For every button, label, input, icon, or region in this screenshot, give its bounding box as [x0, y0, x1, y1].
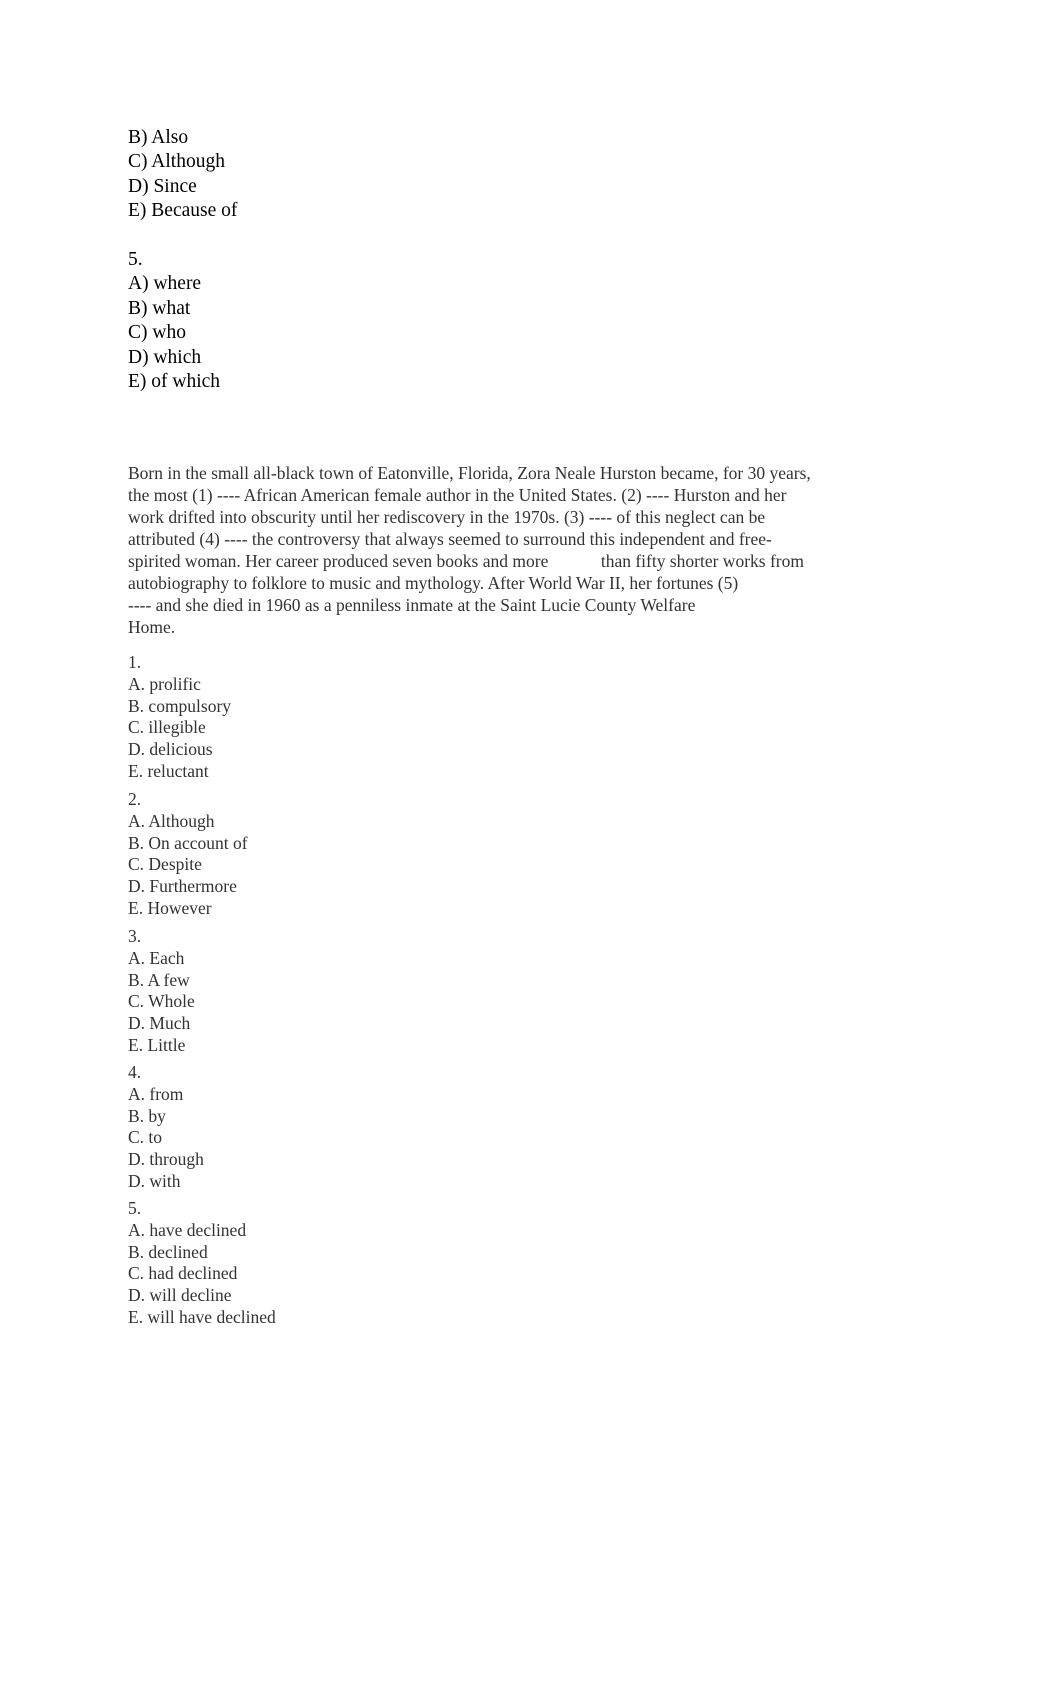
- option-a: A. Each: [128, 947, 185, 968]
- option-d: D. Much: [128, 1013, 191, 1034]
- question-4: 4. A. from B. by C. to D. through D. wit…: [128, 1062, 204, 1193]
- option-a: A. Although: [128, 810, 215, 831]
- option-b: B. compulsory: [128, 695, 232, 716]
- option-e: E. Little: [128, 1034, 186, 1055]
- option-c: C. had declined: [128, 1263, 238, 1284]
- question-3: 3. A. Each B. A few C. Whole D. Much E. …: [128, 926, 195, 1057]
- option-a: A. prolific: [128, 673, 201, 694]
- option-c: C. illegible: [128, 717, 206, 738]
- option-e: E. will have declined: [128, 1306, 276, 1327]
- option-a: A) where: [128, 273, 202, 295]
- passage-line: attributed (4) ---- the controversy that…: [128, 529, 772, 549]
- question-number: 3.: [128, 926, 142, 946]
- passage-line: Home.: [128, 617, 176, 637]
- option-d: D. through: [128, 1149, 204, 1170]
- option-b: B. A few: [128, 969, 190, 990]
- option-a: A. have declined: [128, 1219, 247, 1240]
- reading-passage: Born in the small all-black town of Eato…: [128, 462, 858, 638]
- passage-line: Born in the small all-black town of Eato…: [128, 463, 811, 483]
- option-c: C. Whole: [128, 991, 195, 1012]
- passage-line: ---- and she died in 1960 as a penniless…: [128, 595, 696, 615]
- passage-line: spirited woman. Her career produced seve…: [128, 551, 804, 571]
- option-b: B) Also: [128, 127, 189, 148]
- question-2: 2. A. Although B. On account of C. Despi…: [128, 789, 248, 920]
- question-number: 1.: [128, 652, 142, 672]
- question-5: 5. A. have declined B. declined C. had d…: [128, 1198, 276, 1329]
- option-d: D) Since: [128, 175, 197, 197]
- option-e: E. However: [128, 897, 212, 918]
- option-e: E. reluctant: [128, 760, 209, 781]
- option-c: C. to: [128, 1127, 163, 1148]
- question-number: 5.: [128, 1198, 142, 1218]
- option-e: E) Because of: [128, 200, 238, 222]
- option-c: C. Despite: [128, 854, 202, 875]
- option-b: B. by: [128, 1105, 166, 1126]
- option-e: E) of which: [128, 371, 221, 393]
- option-d: D) which: [128, 346, 202, 368]
- previous-question-options: B) Also C) Although D) Since E) Because …: [128, 126, 237, 394]
- option-d: D. Furthermore: [128, 876, 237, 897]
- option-d-second: D. with: [128, 1170, 181, 1191]
- option-c: C) who: [128, 322, 186, 344]
- question-1: 1. A. prolific B. compulsory C. illegibl…: [128, 652, 231, 783]
- passage-line: work drifted into obscurity until her re…: [128, 507, 766, 527]
- option-c: C) Although: [128, 151, 225, 173]
- passage-line: autobiography to folklore to music and m…: [128, 573, 739, 593]
- option-d: D. delicious: [128, 739, 213, 760]
- option-a: A. from: [128, 1083, 184, 1104]
- question-number: 4.: [128, 1062, 142, 1082]
- option-b: B. declined: [128, 1241, 208, 1262]
- passage-line: the most (1) ---- African American femal…: [128, 485, 787, 505]
- option-b: B. On account of: [128, 832, 248, 853]
- question-number: 2.: [128, 789, 142, 809]
- question-number: 5.: [128, 249, 143, 271]
- option-b: B) what: [128, 297, 191, 319]
- option-d: D. will decline: [128, 1285, 232, 1306]
